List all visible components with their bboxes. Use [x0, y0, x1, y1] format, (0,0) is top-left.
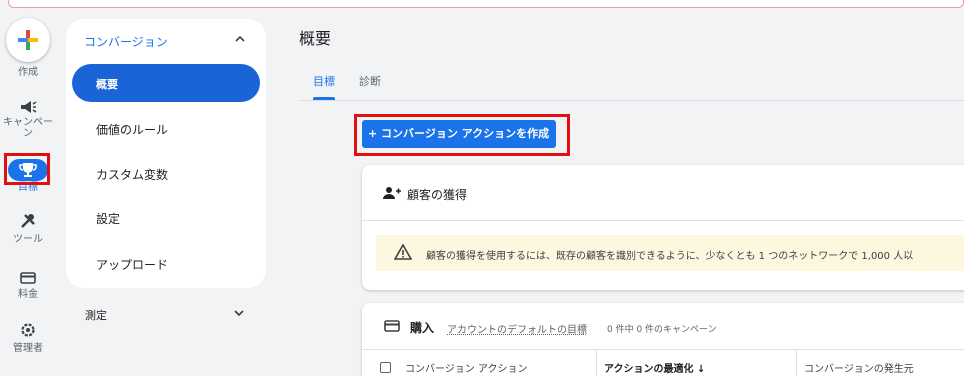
- tab-divider: [299, 100, 964, 101]
- rail-campaigns-label: キャンペーン: [3, 117, 53, 139]
- rail-campaigns[interactable]: キャンペーン: [0, 100, 56, 139]
- subnav-item-label: 概要: [96, 78, 118, 91]
- card-title: 顧客の獲得: [407, 188, 468, 202]
- warning-text: 顧客の獲得を使用するには、既存の顧客を識別できるように、少なくとも 1 つのネッ…: [426, 251, 914, 262]
- table-header-divider: [362, 349, 964, 350]
- campaign-count: 0 件中 0 件のキャンペーン: [607, 325, 717, 335]
- megaphone-icon: [21, 101, 37, 113]
- highlight-goals: [4, 153, 50, 185]
- subnav-measure[interactable]: 測定: [85, 307, 107, 323]
- alert-banner-edge: [8, 0, 964, 8]
- subnav-item-custom-variables[interactable]: カスタム変数: [96, 166, 168, 183]
- column-header-conversion-action[interactable]: コンバージョン アクション: [405, 360, 527, 375]
- warning-icon: [394, 244, 412, 260]
- column-header-conversion-source[interactable]: コンバージョンの発生元: [804, 360, 914, 375]
- rail-create-label: 作成: [18, 67, 38, 78]
- rail-billing[interactable]: 料金: [0, 272, 56, 300]
- credit-card-icon: [20, 272, 36, 284]
- rail-admin[interactable]: 管理者: [0, 322, 56, 354]
- column-divider: [596, 349, 597, 376]
- tools-icon: [21, 214, 35, 228]
- rail-admin-label: 管理者: [13, 343, 43, 354]
- subnav-item-settings[interactable]: 設定: [96, 210, 120, 227]
- purchase-title: 購入: [410, 321, 435, 335]
- person-add-icon: [383, 187, 401, 199]
- warning-banner: 顧客の獲得を使用するには、既存の顧客を識別できるように、少なくとも 1 つのネッ…: [376, 235, 964, 271]
- left-rail: 作成 キャンペーン 目標 ツール 料金 管理者: [0, 0, 56, 376]
- chevron-up-icon[interactable]: [234, 33, 246, 45]
- subnav-item-uploads[interactable]: アップロード: [96, 256, 168, 273]
- tab-goals[interactable]: 目標: [313, 73, 335, 89]
- card-divider: [362, 220, 964, 221]
- credit-card-icon: [384, 320, 400, 332]
- subnav-item-value-rules[interactable]: 価値のルール: [96, 121, 168, 138]
- select-all-checkbox[interactable]: [380, 362, 391, 373]
- highlight-create-button: [354, 114, 570, 156]
- column-divider: [796, 349, 797, 376]
- plus-icon: [18, 30, 38, 50]
- column-header-action-optimization[interactable]: アクションの最適化 ↓: [604, 360, 705, 375]
- rail-billing-label: 料金: [18, 289, 38, 300]
- subnav-header[interactable]: コンバージョン: [84, 33, 168, 50]
- customer-acquisition-card: 顧客の獲得 顧客の獲得を使用するには、既存の顧客を識別できるように、少なくとも …: [362, 165, 964, 290]
- rail-create[interactable]: 作成: [0, 67, 56, 78]
- settings-icon: [21, 323, 35, 337]
- conversion-subnav: コンバージョン 概要 価値のルール カスタム変数 設定 アップロード: [66, 19, 266, 288]
- tab-diagnostics[interactable]: 診断: [359, 73, 381, 89]
- page-title: 概要: [299, 29, 332, 48]
- purchase-card: 購入 アカウントのデフォルトの目標 0 件中 0 件のキャンペーン コンバージョ…: [362, 303, 964, 376]
- chevron-down-icon[interactable]: [233, 307, 245, 319]
- rail-tools[interactable]: ツール: [0, 213, 56, 245]
- create-button[interactable]: [6, 18, 50, 62]
- rail-tools-label: ツール: [13, 234, 43, 245]
- subnav-item-overview[interactable]: 概要: [72, 64, 260, 102]
- account-default-goal-link[interactable]: アカウントのデフォルトの目標: [447, 321, 587, 336]
